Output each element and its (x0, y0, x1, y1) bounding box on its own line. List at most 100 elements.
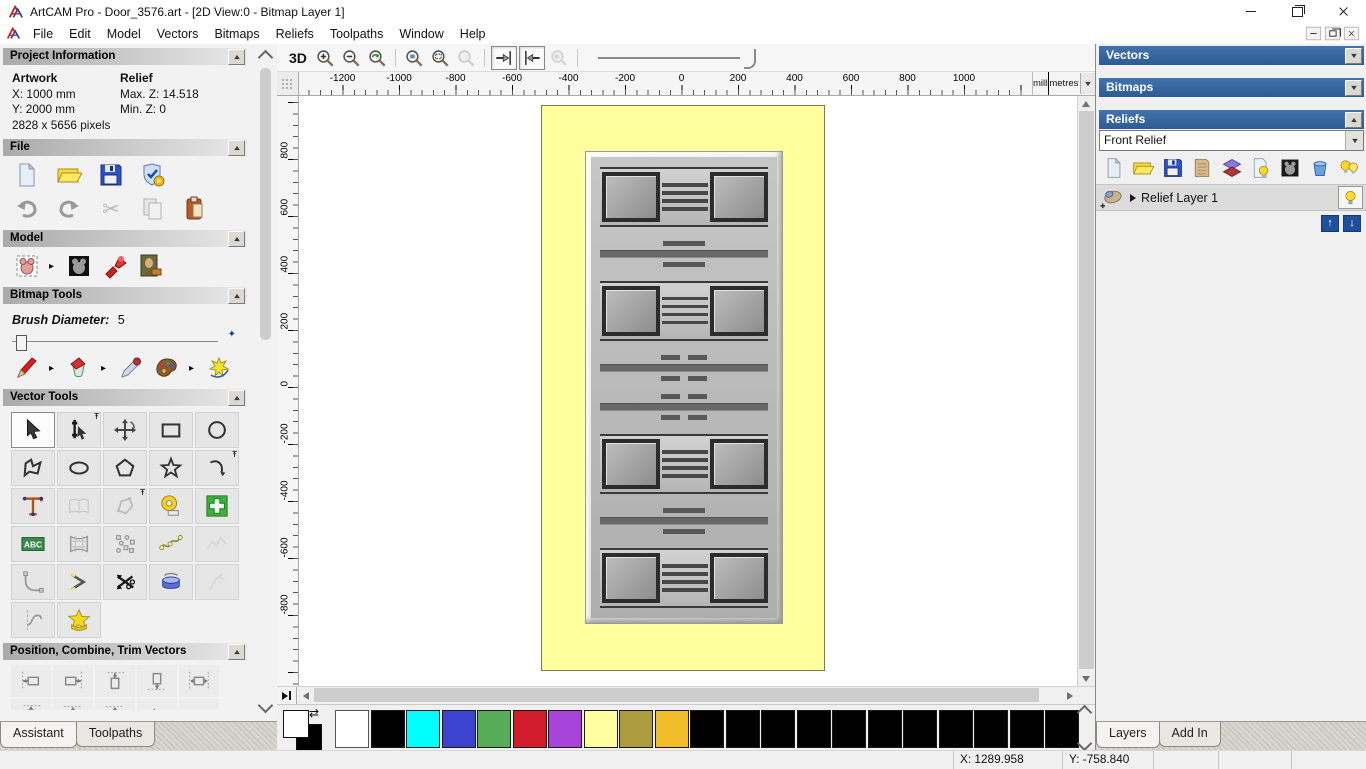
scrollbar-thumb[interactable] (260, 68, 271, 340)
greyscale-view-icon[interactable] (12, 252, 42, 280)
collapse-button[interactable] (228, 288, 245, 304)
palette-swatch-1[interactable] (370, 709, 405, 748)
save-model-icon[interactable] (96, 161, 126, 189)
lighting-icon[interactable] (100, 252, 130, 280)
menu-edit[interactable]: Edit (61, 25, 99, 43)
spin-tool-tool[interactable] (149, 564, 193, 600)
create-polygon-tool[interactable] (103, 450, 147, 486)
palette-swatch-19[interactable] (1009, 709, 1044, 748)
vertical-scrollbar[interactable] (1077, 96, 1095, 686)
palette-swatch-20[interactable] (1045, 709, 1079, 748)
palette-swatch-13[interactable] (796, 709, 831, 748)
create-rectangle-tool[interactable] (149, 412, 193, 448)
zoom-out-icon[interactable] (339, 47, 363, 69)
open-layer-icon[interactable] (1131, 156, 1155, 180)
layer-visibility-button[interactable] (1338, 186, 1363, 209)
flyout-arrow-icon[interactable]: ▸ (188, 354, 198, 382)
assistant-scrollbar[interactable] (257, 46, 274, 718)
fit-arcs-tool[interactable] (149, 526, 193, 562)
palette-swatch-12[interactable] (761, 709, 795, 748)
scroll-right-icon[interactable] (1061, 687, 1078, 704)
mdi-restore-icon[interactable] (1324, 26, 1341, 41)
new-model-icon[interactable] (12, 161, 42, 189)
zoom-object-icon[interactable] (454, 47, 478, 69)
align-top-tool[interactable] (95, 665, 135, 697)
relief-selector[interactable]: Front Relief (1099, 130, 1364, 151)
palette-scroll-down-icon[interactable] (1076, 735, 1092, 752)
align-left-tool[interactable] (11, 665, 51, 697)
undo-icon[interactable] (12, 195, 42, 223)
join-vectors-tool[interactable] (57, 564, 101, 600)
load-texture-icon[interactable] (1190, 156, 1214, 180)
viewport-2d[interactable] (299, 96, 1077, 686)
palette-swatch-10[interactable] (690, 709, 724, 748)
palette-icon[interactable] (152, 354, 182, 382)
create-arc-tool[interactable]: Ŧ (195, 450, 239, 486)
palette-swatch-2[interactable] (406, 709, 440, 748)
collapse-button[interactable] (228, 140, 245, 156)
dropdown-icon[interactable] (1345, 131, 1363, 150)
mdi-minimize-icon[interactable] (1305, 26, 1322, 41)
scroll-down-icon[interactable] (257, 697, 274, 714)
scroll-left-icon[interactable] (297, 687, 314, 704)
texture-icon[interactable] (136, 252, 166, 280)
move-layer-down-icon[interactable]: ↓ (1343, 215, 1361, 232)
create-text-tool[interactable] (11, 488, 55, 524)
palette-scroll-up-icon[interactable] (1076, 704, 1092, 721)
offset-vector-tool[interactable]: Ŧ (103, 488, 147, 524)
palette-swatch-11[interactable] (725, 709, 760, 748)
snap-right-icon[interactable] (518, 45, 545, 70)
create-ellipse-tool[interactable] (57, 450, 101, 486)
zoom-grey-icon[interactable] (547, 47, 571, 69)
all-lights-icon[interactable] (1337, 156, 1361, 180)
brush-diameter-slider[interactable]: ✦ (12, 329, 236, 351)
snap-left-icon[interactable] (490, 45, 517, 70)
greyscale-preview-icon[interactable] (1278, 156, 1302, 180)
collapse-button[interactable] (228, 644, 245, 660)
menu-toolpaths[interactable]: Toolpaths (322, 25, 392, 43)
open-model-icon[interactable] (54, 161, 84, 189)
envelope-distort-tool[interactable] (57, 526, 101, 562)
center-vertical-tool[interactable] (11, 699, 51, 710)
vectors-header[interactable]: Vectors (1099, 46, 1364, 65)
create-star-tool[interactable] (149, 450, 193, 486)
panel-tab-layers[interactable]: Layers (1096, 722, 1160, 748)
section-profile-tool[interactable] (11, 602, 55, 638)
expand-layer-icon[interactable] (1130, 193, 1136, 202)
palette-swatch-0[interactable] (335, 709, 369, 748)
palette-swatch-4[interactable] (477, 709, 511, 748)
redo-icon[interactable] (54, 195, 84, 223)
flood-fill-icon[interactable] (64, 354, 94, 382)
palette-swatch-15[interactable] (867, 709, 902, 748)
flyout-arrow-icon[interactable]: ▸ (100, 354, 110, 382)
swap-colours-icon[interactable]: ⇄ (309, 706, 319, 720)
select-tool[interactable] (11, 412, 55, 448)
assistant-tab-toolpaths[interactable]: Toolpaths (75, 722, 156, 747)
panel-tab-add-in[interactable]: Add In (1158, 722, 1221, 747)
palette-swatch-7[interactable] (583, 709, 618, 748)
wrap-text-tool[interactable] (57, 488, 101, 524)
units-dropdown-icon[interactable] (1080, 73, 1095, 94)
trim-vectors-tool[interactable] (103, 564, 147, 600)
palette-swatch-14[interactable] (832, 709, 866, 748)
menu-help[interactable]: Help (452, 25, 494, 43)
magic-wand-icon[interactable] (204, 354, 234, 382)
palette-swatch-8[interactable] (619, 709, 653, 748)
expand-button[interactable] (1345, 80, 1362, 96)
cut-icon[interactable]: ✂ (96, 195, 126, 223)
paint-icon[interactable] (12, 354, 42, 382)
collapse-button[interactable] (228, 49, 245, 65)
invert-greyscale-icon[interactable] (64, 252, 94, 280)
flyout-arrow-icon[interactable]: ▸ (48, 354, 58, 382)
mdi-close-icon[interactable] (1343, 26, 1360, 41)
collapse-button[interactable] (1345, 112, 1362, 128)
menu-window[interactable]: Window (391, 25, 451, 43)
align-right-tool[interactable] (53, 665, 93, 697)
fillet-tool[interactable] (11, 564, 55, 600)
relief-layer-item[interactable]: Relief Layer 1 (1096, 184, 1366, 211)
scatter-tool[interactable] (137, 699, 177, 710)
pan-mini-button[interactable] (277, 687, 297, 704)
primary-secondary-colours[interactable]: ⇄ (281, 706, 327, 752)
menu-file[interactable]: File (25, 25, 61, 43)
nest-tool[interactable]: Nes (179, 699, 219, 710)
